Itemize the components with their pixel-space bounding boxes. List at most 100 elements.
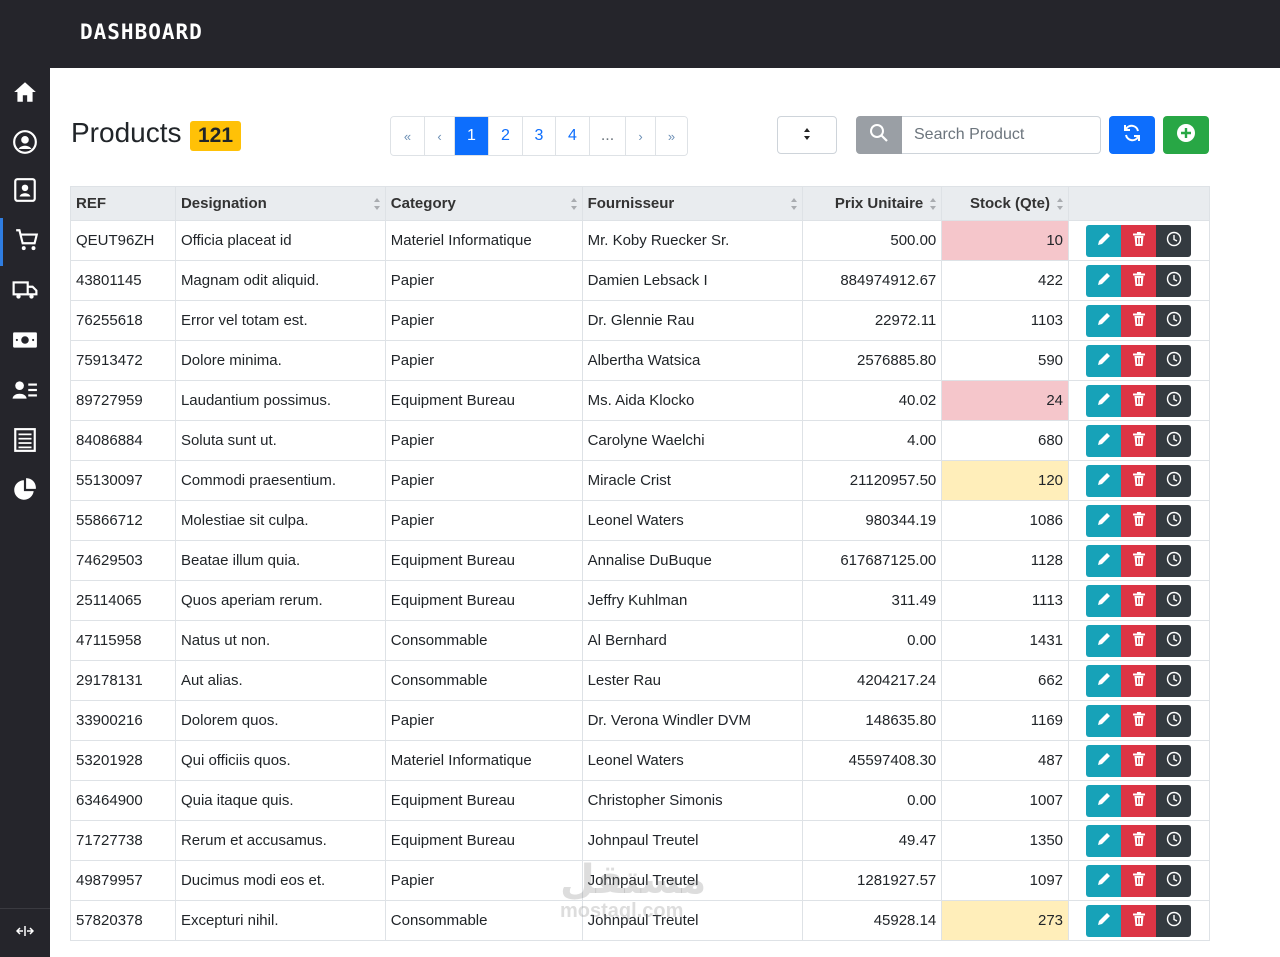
trash-icon [1131,431,1147,451]
edit-button[interactable] [1086,504,1122,537]
pagination-page-4[interactable]: 4 [555,117,589,155]
edit-button[interactable] [1086,544,1122,577]
table-row: 25114065 Quos aperiam rerum. Equipment Bur… [70,580,1210,621]
cell-designation: Beatae illum quia. [174,540,386,581]
column-header-category[interactable]: Category [384,186,583,221]
edit-button[interactable] [1086,384,1122,417]
history-button[interactable] [1156,784,1192,817]
pagination-prev[interactable]: ‹ [424,117,454,155]
refresh-button[interactable] [1109,116,1155,154]
cell-actions [1068,500,1210,541]
delete-button[interactable] [1121,704,1157,737]
cell-actions [1068,220,1210,261]
pagination-page-1[interactable]: 1 [454,117,488,155]
history-button[interactable] [1156,504,1192,537]
sidebar-collapse-toggle[interactable] [0,908,50,957]
sidebar-item-users[interactable] [0,368,50,416]
pagination-page-3[interactable]: 3 [522,117,555,155]
search-button[interactable] [856,116,902,154]
delete-button[interactable] [1121,504,1157,537]
history-button[interactable] [1156,584,1192,617]
page-size-select[interactable] [777,116,837,154]
pagination-last[interactable]: » [655,117,687,155]
edit-button[interactable] [1086,424,1122,457]
search-input[interactable] [902,116,1101,154]
history-button[interactable] [1156,304,1192,337]
edit-button[interactable] [1086,584,1122,617]
edit-button[interactable] [1086,664,1122,697]
history-button[interactable] [1156,624,1192,657]
delete-button[interactable] [1121,664,1157,697]
history-button[interactable] [1156,864,1192,897]
edit-button[interactable] [1086,224,1122,257]
delete-button[interactable] [1121,464,1157,497]
brand-title[interactable]: DASHBOARD [80,20,203,44]
delete-button[interactable] [1121,864,1157,897]
history-button[interactable] [1156,744,1192,777]
cell-category: Materiel Informatique [384,220,583,261]
edit-button[interactable] [1086,824,1122,857]
edit-button[interactable] [1086,904,1122,937]
pagination-page-2[interactable]: 2 [488,117,522,155]
edit-button[interactable] [1086,784,1122,817]
sidebar-item-payments[interactable] [0,318,50,366]
edit-button[interactable] [1086,264,1122,297]
column-header-stock[interactable]: Stock (Qte) [941,186,1070,221]
sidebar-item-home[interactable] [0,70,50,118]
column-header-designation[interactable]: Designation [174,186,386,221]
delete-button[interactable] [1121,584,1157,617]
edit-button[interactable] [1086,864,1122,897]
edit-button[interactable] [1086,704,1122,737]
history-button[interactable] [1156,464,1192,497]
column-header-fournisseur[interactable]: Fournisseur [581,186,804,221]
column-header-ref[interactable]: REF [70,186,176,221]
history-button[interactable] [1156,264,1192,297]
edit-button[interactable] [1086,304,1122,337]
edit-button[interactable] [1086,624,1122,657]
edit-button[interactable] [1086,744,1122,777]
clock-icon [1166,751,1182,771]
row-action-group [1086,584,1204,617]
pencil-icon [1096,871,1112,891]
sidebar-item-invoices[interactable] [0,418,50,466]
history-button[interactable] [1156,224,1192,257]
cell-category: Consommable [384,620,583,661]
column-header-prix[interactable]: Prix Unitaire [802,186,943,221]
delete-button[interactable] [1121,344,1157,377]
history-button[interactable] [1156,424,1192,457]
cell-designation: Quia itaque quis. [174,780,386,821]
delete-button[interactable] [1121,744,1157,777]
delete-button[interactable] [1121,224,1157,257]
delete-button[interactable] [1121,264,1157,297]
add-product-button[interactable] [1163,116,1209,154]
sidebar-item-contacts[interactable] [0,168,50,216]
history-button[interactable] [1156,384,1192,417]
history-button[interactable] [1156,544,1192,577]
history-button[interactable] [1156,344,1192,377]
cell-stock: 273 [941,900,1070,941]
sidebar-item-products[interactable] [0,218,50,266]
trash-icon [1131,351,1147,371]
pagination-first[interactable]: « [391,117,424,155]
delete-button[interactable] [1121,424,1157,457]
delete-button[interactable] [1121,384,1157,417]
pagination-next[interactable]: › [625,117,655,155]
delete-button[interactable] [1121,824,1157,857]
history-button[interactable] [1156,904,1192,937]
cell-designation: Magnam odit aliquid. [174,260,386,301]
cell-fournisseur: Leonel Waters [581,740,804,781]
history-button[interactable] [1156,824,1192,857]
edit-button[interactable] [1086,344,1122,377]
delete-button[interactable] [1121,904,1157,937]
sidebar-item-deliveries[interactable] [0,268,50,316]
cell-actions [1068,260,1210,301]
edit-button[interactable] [1086,464,1122,497]
history-button[interactable] [1156,664,1192,697]
delete-button[interactable] [1121,544,1157,577]
delete-button[interactable] [1121,784,1157,817]
delete-button[interactable] [1121,304,1157,337]
delete-button[interactable] [1121,624,1157,657]
history-button[interactable] [1156,704,1192,737]
sidebar-item-profile[interactable] [0,120,50,168]
sidebar-item-statistics[interactable] [0,468,50,516]
